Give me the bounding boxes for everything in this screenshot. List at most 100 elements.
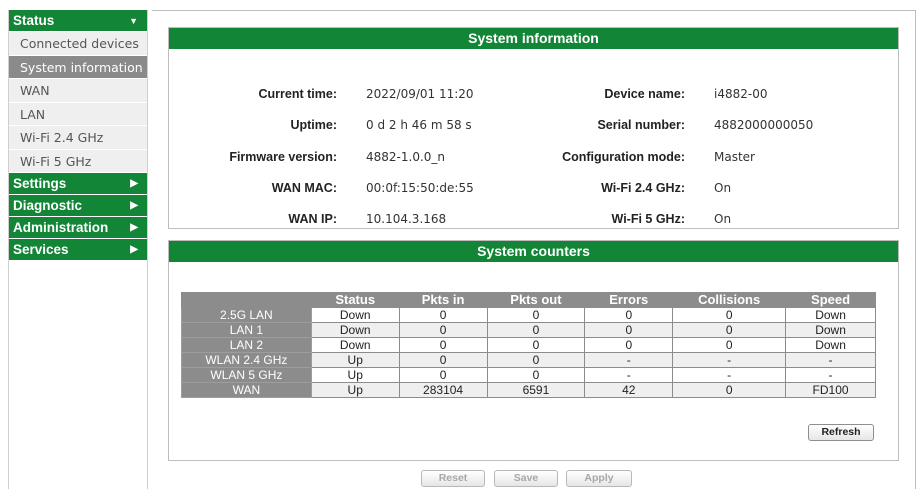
nav-services-label: Services bbox=[13, 242, 69, 257]
pkts-out-cell: 0 bbox=[486, 367, 586, 383]
serial-number-label: Serial number: bbox=[597, 118, 685, 132]
counters-table: Status Pkts in Pkts out Errors Collision… bbox=[181, 292, 876, 398]
interface-name: WLAN 2.4 GHz bbox=[181, 352, 312, 368]
nav-settings[interactable]: Settings ▶ bbox=[9, 173, 147, 195]
chevron-right-icon: ▶ bbox=[130, 178, 138, 189]
interface-name: 2.5G LAN bbox=[181, 307, 312, 323]
info-row: Uptime: 0 d 2 h 46 m 58 s Serial number:… bbox=[169, 117, 898, 133]
collisions-cell: 0 bbox=[672, 337, 787, 353]
pkts-out-cell: 0 bbox=[486, 307, 586, 323]
status-cell: Down bbox=[310, 322, 400, 338]
errors-cell: 0 bbox=[584, 307, 674, 323]
system-counters-panel: System counters Status Pkts in Pkts out … bbox=[168, 240, 899, 461]
table-row: LAN 2 Down 0 0 0 0 Down bbox=[181, 337, 876, 353]
info-row: WAN IP: 10.104.3.168 Wi-Fi 5 GHz: On bbox=[169, 211, 898, 227]
system-info-panel: System information Current time: 2022/09… bbox=[168, 27, 899, 229]
column-header-errors: Errors bbox=[584, 292, 674, 308]
wifi-5-label: Wi-Fi 5 GHz: bbox=[611, 212, 686, 226]
speed-cell: Down bbox=[785, 322, 876, 338]
serial-number-value: 4882000000050 bbox=[714, 118, 814, 132]
pkts-in-cell: 0 bbox=[398, 352, 488, 368]
column-header-status: Status bbox=[310, 292, 400, 308]
collisions-cell: 0 bbox=[672, 322, 787, 338]
speed-cell: Down bbox=[785, 307, 876, 323]
uptime-label: Uptime: bbox=[290, 118, 337, 132]
speed-cell: Down bbox=[785, 337, 876, 353]
refresh-button[interactable]: Refresh bbox=[808, 424, 874, 441]
wifi-24-label: Wi-Fi 2.4 GHz: bbox=[601, 181, 685, 195]
chevron-right-icon: ▶ bbox=[130, 244, 138, 255]
configuration-mode-value: Master bbox=[714, 150, 755, 164]
collisions-cell: - bbox=[672, 352, 787, 368]
nav-administration[interactable]: Administration ▶ bbox=[9, 217, 147, 239]
status-cell: Down bbox=[310, 307, 400, 323]
nav-item-wifi-5[interactable]: Wi-Fi 5 GHz bbox=[9, 149, 147, 173]
wan-mac-value: 00:0f:15:50:de:55 bbox=[366, 181, 474, 195]
pkts-out-cell: 0 bbox=[486, 337, 586, 353]
sidebar: Status ▼ Connected devices System inform… bbox=[8, 10, 148, 489]
nav-item-wan[interactable]: WAN bbox=[9, 79, 147, 103]
chevron-down-icon: ▼ bbox=[129, 16, 138, 26]
system-info-title: System information bbox=[169, 28, 898, 49]
pkts-in-cell: 0 bbox=[398, 367, 488, 383]
speed-cell: - bbox=[785, 352, 876, 368]
column-header-speed: Speed bbox=[785, 292, 876, 308]
status-cell: Up bbox=[310, 367, 400, 383]
device-name-value: i4882-00 bbox=[714, 87, 768, 101]
save-button[interactable]: Save bbox=[494, 470, 558, 487]
pkts-out-cell: 6591 bbox=[486, 382, 586, 398]
chevron-right-icon: ▶ bbox=[130, 200, 138, 211]
wan-ip-label: WAN IP: bbox=[288, 212, 337, 226]
interface-name: WLAN 5 GHz bbox=[181, 367, 312, 383]
errors-cell: 0 bbox=[584, 322, 674, 338]
info-row: Current time: 2022/09/01 11:20 Device na… bbox=[169, 86, 898, 102]
nav-item-wifi-24[interactable]: Wi-Fi 2.4 GHz bbox=[9, 126, 147, 150]
status-cell: Up bbox=[310, 352, 400, 368]
nav-settings-label: Settings bbox=[13, 176, 67, 191]
info-row: Firmware version: 4882-1.0.0_n Configura… bbox=[169, 149, 898, 165]
nav-administration-label: Administration bbox=[13, 220, 109, 235]
errors-cell: - bbox=[584, 367, 674, 383]
nav-status[interactable]: Status ▼ bbox=[9, 10, 147, 32]
firmware-version-value: 4882-1.0.0_n bbox=[366, 150, 446, 164]
firmware-version-label: Firmware version: bbox=[229, 150, 337, 164]
nav-item-system-information[interactable]: System information bbox=[9, 55, 147, 79]
collisions-cell: 0 bbox=[672, 382, 787, 398]
table-row: WLAN 5 GHz Up 0 0 - - - bbox=[181, 367, 876, 383]
current-time-value: 2022/09/01 11:20 bbox=[366, 87, 474, 101]
reset-button[interactable]: Reset bbox=[421, 470, 485, 487]
current-time-label: Current time: bbox=[258, 87, 337, 101]
table-row: WLAN 2.4 GHz Up 0 0 - - - bbox=[181, 352, 876, 368]
info-row: WAN MAC: 00:0f:15:50:de:55 Wi-Fi 2.4 GHz… bbox=[169, 180, 898, 196]
status-cell: Down bbox=[310, 337, 400, 353]
wifi-5-value: On bbox=[714, 212, 732, 226]
speed-cell: FD100 bbox=[785, 382, 876, 398]
column-header-pkts-in: Pkts in bbox=[398, 292, 488, 308]
pkts-out-cell: 0 bbox=[486, 322, 586, 338]
table-row: LAN 1 Down 0 0 0 0 Down bbox=[181, 322, 876, 338]
column-header-interface bbox=[181, 292, 312, 308]
table-row: WAN Up 283104 6591 42 0 FD100 bbox=[181, 382, 876, 398]
wifi-24-value: On bbox=[714, 181, 732, 195]
device-name-label: Device name: bbox=[604, 87, 685, 101]
nav-item-connected-devices[interactable]: Connected devices bbox=[9, 32, 147, 56]
nav-diagnostic[interactable]: Diagnostic ▶ bbox=[9, 195, 147, 217]
nav-item-lan[interactable]: LAN bbox=[9, 102, 147, 126]
table-row: 2.5G LAN Down 0 0 0 0 Down bbox=[181, 307, 876, 323]
speed-cell: - bbox=[785, 367, 876, 383]
table-header-row: Status Pkts in Pkts out Errors Collision… bbox=[181, 292, 876, 308]
pkts-in-cell: 0 bbox=[398, 337, 488, 353]
pkts-in-cell: 283104 bbox=[398, 382, 488, 398]
uptime-value: 0 d 2 h 46 m 58 s bbox=[366, 118, 472, 132]
collisions-cell: - bbox=[672, 367, 787, 383]
interface-name: LAN 1 bbox=[181, 322, 312, 338]
pkts-in-cell: 0 bbox=[398, 307, 488, 323]
system-counters-title: System counters bbox=[169, 241, 898, 262]
pkts-out-cell: 0 bbox=[486, 352, 586, 368]
errors-cell: - bbox=[584, 352, 674, 368]
apply-button[interactable]: Apply bbox=[566, 470, 632, 487]
errors-cell: 42 bbox=[584, 382, 674, 398]
nav-services[interactable]: Services ▶ bbox=[9, 239, 147, 261]
collisions-cell: 0 bbox=[672, 307, 787, 323]
main-content: System information Current time: 2022/09… bbox=[152, 10, 916, 489]
